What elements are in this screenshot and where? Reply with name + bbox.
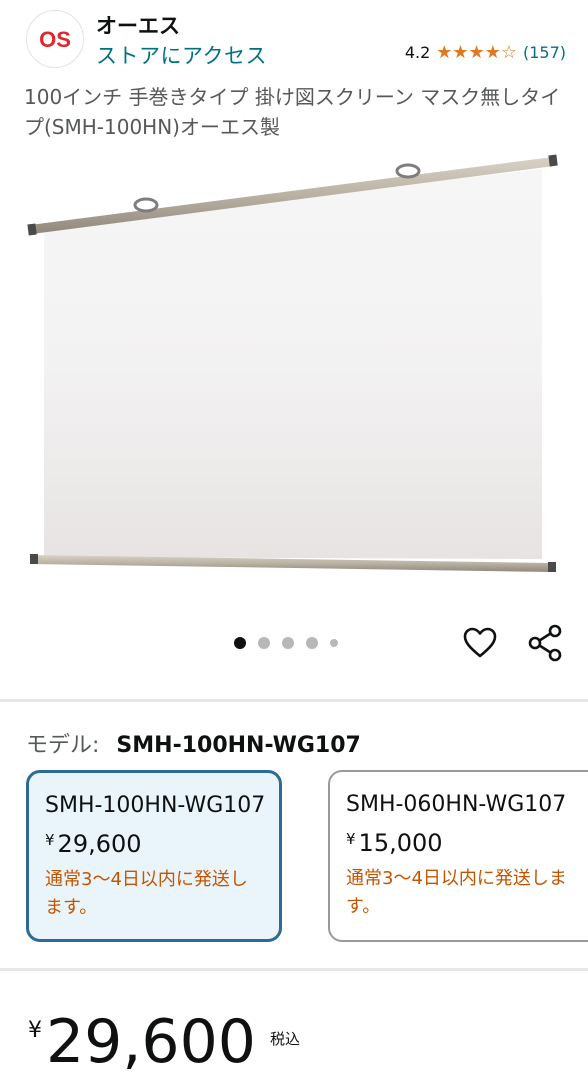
star-full-icon: ★ (484, 41, 501, 63)
carousel-dot[interactable] (234, 637, 246, 649)
star-empty-icon: ☆ (500, 41, 517, 63)
variant-name: SMH-060HN-WG107 (346, 792, 567, 817)
brand-logo[interactable]: OS (26, 10, 84, 68)
product-title: 100インチ 手巻きタイプ 掛け図スクリーン マスク無しタイプ(SMH-100H… (24, 85, 561, 139)
star-rating: ★ ★ ★ ★ ☆ (436, 41, 517, 63)
selected-model-name: SMH-100HN-WG107 (116, 733, 361, 758)
star-full-icon: ★ (436, 41, 453, 63)
carousel-dot[interactable] (258, 637, 270, 649)
variant-name: SMH-100HN-WG107 (45, 793, 266, 818)
star-full-icon: ★ (452, 41, 469, 63)
image-carousel-dots (234, 637, 338, 649)
carousel-dot[interactable] (282, 637, 294, 649)
variant-shipping-note: 通常3〜4日以内に発送します。 (45, 869, 248, 918)
product-price: ¥ 29,600 税込 (28, 1006, 300, 1078)
product-page: OS オーエス ストアにアクセス 4.2 ★ ★ ★ ★ ☆ (157) 100… (0, 0, 588, 1080)
rating-count[interactable]: (157) (523, 43, 566, 62)
wishlist-button[interactable] (460, 623, 500, 663)
model-label: モデル: (26, 733, 100, 758)
share-button[interactable] (525, 623, 565, 663)
variant-price: ¥29,600 (45, 830, 142, 858)
projection-screen-image (27, 154, 558, 572)
os-logo-icon: OS (39, 27, 71, 52)
variant-shipping-note: 通常3〜4日以内に発送します。 (346, 868, 567, 917)
section-divider (0, 699, 588, 702)
section-divider (0, 968, 588, 971)
tax-included-label: 税込 (269, 1030, 300, 1048)
heart-icon (463, 627, 497, 658)
brand-name: オーエス (96, 14, 180, 38)
currency-symbol: ¥ (28, 1018, 42, 1043)
svg-text:OS: OS (39, 27, 71, 52)
variant-option[interactable]: SMH-060HN-WG107 ¥15,000 通常3〜4日以内に発送します。 (328, 770, 588, 942)
variant-option-selected[interactable]: SMH-100HN-WG107 ¥29,600 通常3〜4日以内に発送します。 (26, 770, 282, 942)
star-full-icon: ★ (468, 41, 485, 63)
product-image[interactable] (0, 145, 588, 585)
rating-summary[interactable]: 4.2 ★ ★ ★ ★ ☆ (157) (405, 43, 566, 62)
share-icon (528, 624, 562, 662)
model-selection-label: モデル: SMH-100HN-WG107 (26, 727, 361, 759)
price-amount: 29,600 (46, 1007, 256, 1077)
carousel-dot[interactable] (330, 639, 338, 647)
visit-store-link[interactable]: ストアにアクセス (96, 40, 267, 70)
carousel-dot[interactable] (306, 637, 318, 649)
variant-price: ¥15,000 (346, 829, 443, 857)
rating-average: 4.2 (404, 43, 431, 62)
